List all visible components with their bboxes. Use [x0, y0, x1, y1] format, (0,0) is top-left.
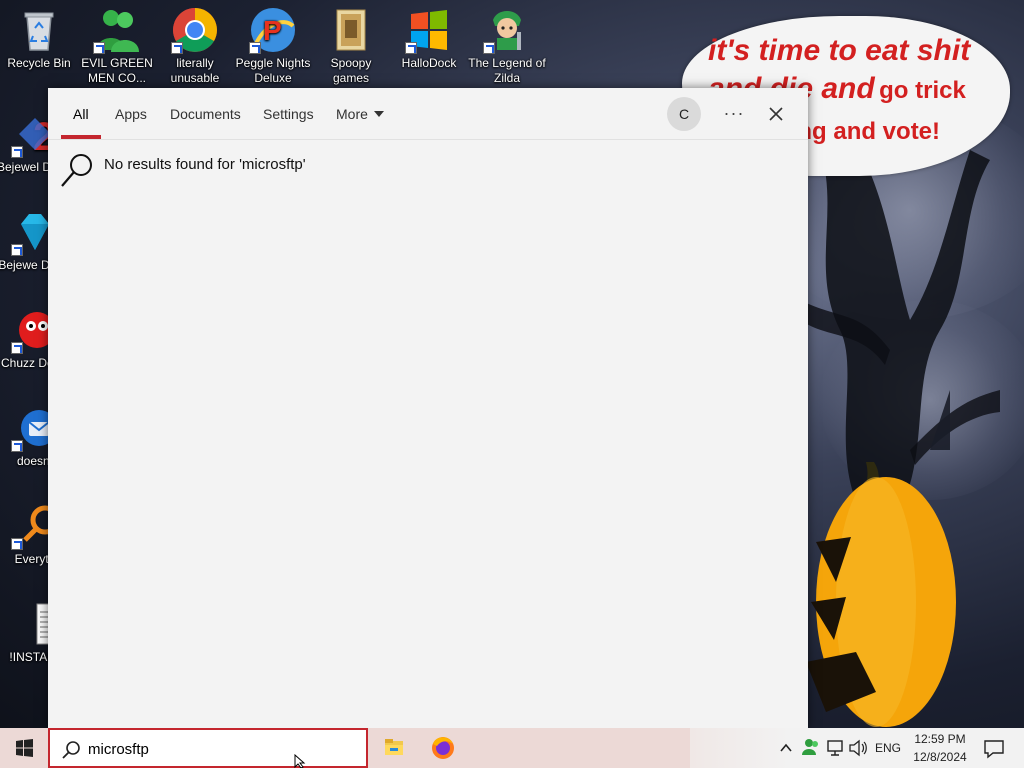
desktop-icon-label: literally unusable: [170, 56, 220, 85]
tab-settings[interactable]: Settings: [263, 88, 314, 140]
show-hidden-icons-button[interactable]: [776, 728, 796, 768]
green-people-icon: [93, 6, 141, 54]
start-button[interactable]: [0, 728, 48, 768]
active-tab-indicator: [61, 135, 101, 139]
bubble-line-1: it's time to eat shit: [708, 34, 971, 67]
zilda-icon: [483, 6, 531, 54]
close-button[interactable]: [760, 98, 792, 130]
recycle-bin-icon: [15, 6, 63, 54]
desktop-icon-label: Peggle Nights Deluxe: [235, 56, 311, 85]
peggle-icon: P: [249, 6, 297, 54]
more-options-button[interactable]: ···: [718, 98, 750, 130]
desktop-icon-spoopy-games[interactable]: Spoopy games: [312, 2, 390, 86]
desktop-icon-label: The Legend of Zilda: [468, 56, 546, 85]
chrome-icon: [171, 6, 219, 54]
search-magnifier-icon: [61, 154, 92, 187]
taskbar-file-explorer[interactable]: [370, 728, 418, 768]
firefox-icon: [432, 737, 454, 759]
tray-volume-button[interactable]: [847, 728, 869, 768]
chevron-up-icon: [780, 743, 792, 752]
desktop-icon-label: Spoopy games: [330, 56, 372, 85]
desktop-icon-evil-green-men[interactable]: EVIL GREEN MEN CO...: [78, 2, 156, 86]
desktop-icon-label: EVIL GREEN MEN CO...: [81, 56, 153, 85]
desktop-icon-legend-of-zilda[interactable]: The Legend of Zilda: [468, 2, 546, 86]
tray-people-button[interactable]: [800, 728, 822, 768]
clock-date: 12/8/2024: [913, 750, 967, 764]
windows-logo-icon: [405, 6, 453, 54]
taskbar-search-box[interactable]: [48, 728, 368, 768]
taskbar-clock[interactable]: 12:59 PM 12/8/2024: [900, 730, 980, 766]
account-avatar-button[interactable]: C: [667, 97, 701, 131]
notification-icon: [984, 740, 1004, 759]
tray-network-button[interactable]: [824, 728, 846, 768]
folder-icon: [327, 6, 375, 54]
tab-more-label: More: [336, 106, 368, 122]
caret-down-icon: [373, 111, 384, 117]
search-results-panel: All Apps Documents Settings More C ··· N…: [48, 88, 808, 728]
desktop-icon-hallodock[interactable]: HalloDock: [390, 2, 468, 71]
tab-apps[interactable]: Apps: [115, 88, 147, 140]
desktop-icon-recycle-bin[interactable]: Recycle Bin: [0, 2, 78, 71]
search-input[interactable]: [88, 738, 358, 760]
close-icon: [769, 107, 783, 121]
file-explorer-icon: [385, 739, 403, 755]
windows-start-icon: [16, 739, 33, 757]
clock-time: 12:59 PM: [914, 732, 966, 746]
action-center-button[interactable]: [974, 728, 1014, 768]
desktop-icon-label: Recycle Bin: [7, 56, 71, 70]
mouse-cursor-icon: [294, 754, 306, 768]
pumpkin-graphic: [806, 462, 956, 727]
bubble-line-2b: go trick: [879, 77, 966, 104]
search-icon: [62, 741, 80, 759]
desktop-icon-literally-unusable[interactable]: literally unusable: [156, 2, 234, 86]
desktop-icon-label: HalloDock: [401, 56, 457, 70]
taskbar-firefox[interactable]: [419, 728, 467, 768]
tab-more[interactable]: More: [336, 88, 384, 140]
no-results-message: No results found for 'microsftp': [104, 156, 306, 173]
tab-all[interactable]: All: [73, 88, 89, 140]
desktop-icon-peggle-nights[interactable]: P Peggle Nights Deluxe: [234, 2, 312, 86]
speaker-icon: [849, 739, 867, 757]
search-tabs-bar: All Apps Documents Settings More C ···: [48, 88, 808, 140]
svg-text:P: P: [263, 15, 282, 46]
green-people-icon: [802, 739, 818, 755]
tab-documents[interactable]: Documents: [170, 88, 241, 140]
network-icon: [827, 740, 843, 756]
